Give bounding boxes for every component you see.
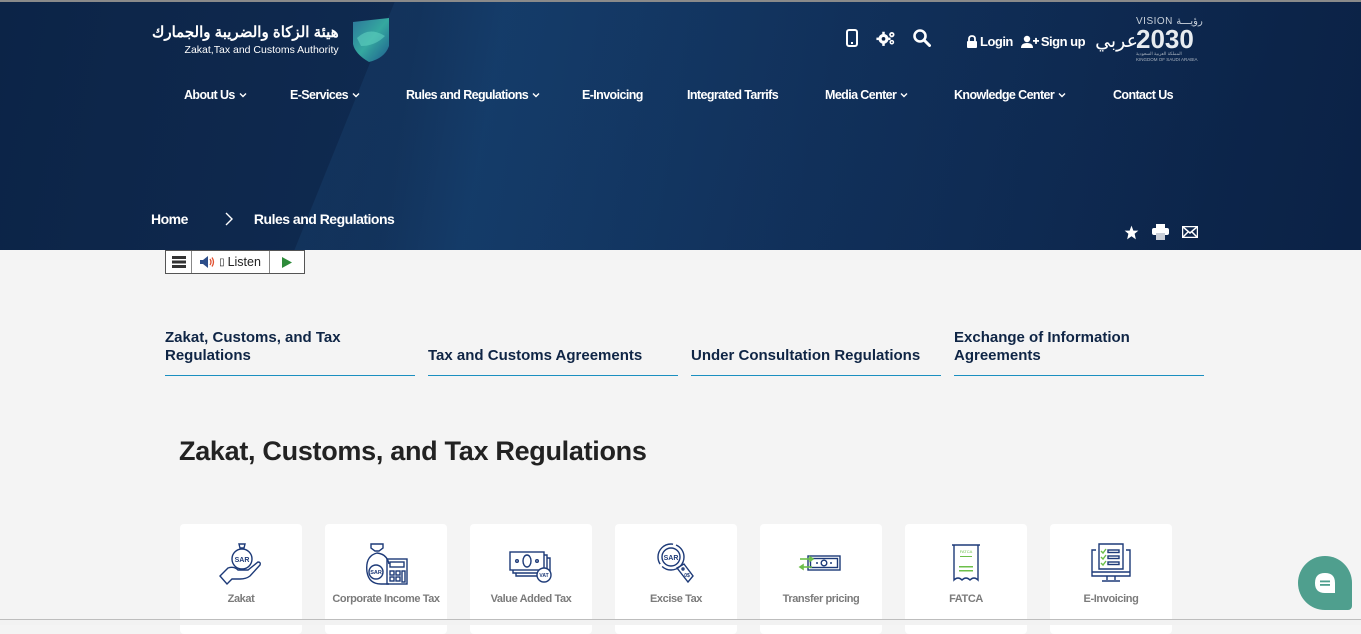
breadcrumb-home[interactable]: Home <box>151 211 188 227</box>
vat-icon: VAT <box>509 551 552 583</box>
nav-item-rules-and-regulations[interactable]: Rules and Regulations <box>406 88 540 102</box>
card-corporate-income-tax[interactable]: SAR Corporate Income Tax <box>325 524 447 634</box>
card-fatca[interactable]: FATCA FATCA <box>905 524 1027 634</box>
login-label: Login <box>980 34 1013 49</box>
listen-label: Listen <box>227 255 261 269</box>
vision-year: 2030 <box>1136 24 1194 54</box>
nav-label: Knowledge Center <box>954 88 1055 102</box>
e-invoicing-icon <box>1091 543 1131 582</box>
lock-icon <box>967 35 977 48</box>
shield-logo-icon <box>352 18 389 62</box>
svg-text:0$: 0$ <box>684 573 690 579</box>
card-zakat[interactable]: SAR Zakat <box>180 524 302 634</box>
chevron-down-icon <box>239 93 247 98</box>
tab-under-consultation-regulations[interactable]: Under Consultation Regulations <box>691 329 941 376</box>
nav-label: About Us <box>184 88 235 102</box>
vision-english: KINGDOM OF SAUDI ARABIA <box>1136 57 1198 62</box>
card-label: Excise Tax <box>649 593 703 605</box>
nav-label: E-Invoicing <box>582 88 643 102</box>
settings-icon[interactable] <box>876 28 896 48</box>
svg-text:FATCA: FATCA <box>960 549 973 554</box>
listen-toolbar: ▯ Listen <box>165 250 305 274</box>
hamburger-icon <box>171 256 186 268</box>
zatca-logo[interactable]: هيئة الزكاة والضريبة والجمارك Zakat,Tax … <box>152 16 393 64</box>
card-label: FATCA <box>949 593 983 605</box>
email-icon[interactable] <box>1181 224 1198 240</box>
nav-item-e-services[interactable]: E-Services <box>290 88 360 102</box>
card-excise-tax[interactable]: SAR 0$ Excise Tax <box>615 524 737 634</box>
speaker-icon <box>200 256 215 268</box>
card-label: Value Added Tax <box>490 593 572 605</box>
listen-menu-button[interactable] <box>166 251 192 273</box>
scroll-divider <box>0 619 1361 625</box>
language-switch[interactable]: عربي <box>1095 30 1138 53</box>
nav-label: Rules and Regulations <box>406 88 529 102</box>
chat-button[interactable] <box>1298 556 1352 610</box>
card-label: Transfer pricing <box>782 593 860 605</box>
zakat-icon: SAR <box>219 543 261 586</box>
nav-label: Media Center <box>825 88 897 102</box>
excise-tax-icon: SAR 0$ <box>657 543 694 584</box>
svg-text:SAR: SAR <box>664 555 679 562</box>
svg-text:VAT: VAT <box>539 573 548 579</box>
tab-exchange-of-information-agreements[interactable]: Exchange of Information Agreements <box>954 329 1204 376</box>
nav-item-knowledge-center[interactable]: Knowledge Center <box>954 88 1066 102</box>
card-transfer-pricing[interactable]: Transfer pricing <box>760 524 882 634</box>
card-e-invoicing[interactable]: E-Invoicing <box>1050 524 1172 634</box>
search-icon[interactable] <box>912 28 932 48</box>
chevron-down-icon <box>532 93 540 98</box>
nav-item-e-invoicing[interactable]: E-Invoicing <box>582 88 643 102</box>
print-icon[interactable] <box>1152 224 1169 240</box>
chevron-down-icon <box>900 93 908 98</box>
mobile-icon[interactable] <box>842 28 862 48</box>
regulation-tabs: Zakat, Customs, and Tax Regulations Tax … <box>165 329 1205 376</box>
logo-english-name: Zakat,Tax and Customs Authority <box>184 44 339 56</box>
main-nav: About Us E-Services Rules and Regulation… <box>0 88 1361 106</box>
vision-2030-logo: VISION رؤيـــة 2030 المملكة العربية السع… <box>1136 16 1208 63</box>
card-label: E-Invoicing <box>1083 593 1139 605</box>
transfer-pricing-icon <box>798 555 841 571</box>
regulation-cards: SAR Zakat SAR Corporate Income Tax VAT V… <box>180 524 1172 634</box>
fatca-icon: FATCA <box>952 544 980 582</box>
nav-label: Integrated Tarrifs <box>687 88 779 102</box>
card-value-added-tax[interactable]: VAT Value Added Tax <box>470 524 592 634</box>
chevron-down-icon <box>352 93 360 98</box>
breadcrumb-current: Rules and Regulations <box>253 211 395 227</box>
signup-label: Sign up <box>1040 34 1086 49</box>
card-label: Corporate Income Tax <box>332 593 440 605</box>
nav-item-contact-us[interactable]: Contact Us <box>1113 88 1174 102</box>
login-link[interactable]: Login <box>966 34 1013 49</box>
nav-label: E-Services <box>290 88 349 102</box>
nav-label: Contact Us <box>1113 88 1174 102</box>
nav-item-about-us[interactable]: About Us <box>184 88 247 102</box>
breadcrumb: Home Rules and Regulations <box>151 211 395 227</box>
listen-glyph: ▯ <box>219 256 225 268</box>
play-button[interactable] <box>270 251 304 273</box>
chevron-right-icon <box>225 212 233 226</box>
chat-bubble-icon <box>1315 573 1335 593</box>
nav-item-integrated-tarrifs[interactable]: Integrated Tarrifs <box>687 88 779 102</box>
hero-banner: هيئة الزكاة والضريبة والجمارك Zakat,Tax … <box>0 0 1361 250</box>
chevron-down-icon <box>1058 93 1066 98</box>
tab-tax-customs-agreements[interactable]: Tax and Customs Agreements <box>428 329 678 376</box>
nav-item-media-center[interactable]: Media Center <box>825 88 908 102</box>
svg-text:SAR: SAR <box>370 570 382 576</box>
add-user-icon <box>1020 35 1039 48</box>
listen-button[interactable]: ▯ Listen <box>192 251 270 273</box>
svg-text:SAR: SAR <box>235 557 250 564</box>
logo-arabic-name: هيئة الزكاة والضريبة والجمارك <box>152 24 339 41</box>
section-title: Zakat, Customs, and Tax Regulations <box>179 436 647 466</box>
corporate-tax-icon: SAR <box>366 543 408 585</box>
card-label: Zakat <box>227 593 255 605</box>
star-icon[interactable] <box>1123 224 1140 240</box>
signup-link[interactable]: Sign up <box>1020 34 1086 49</box>
tab-zakat-customs-tax-regulations[interactable]: Zakat, Customs, and Tax Regulations <box>165 329 415 376</box>
play-icon <box>282 256 292 268</box>
